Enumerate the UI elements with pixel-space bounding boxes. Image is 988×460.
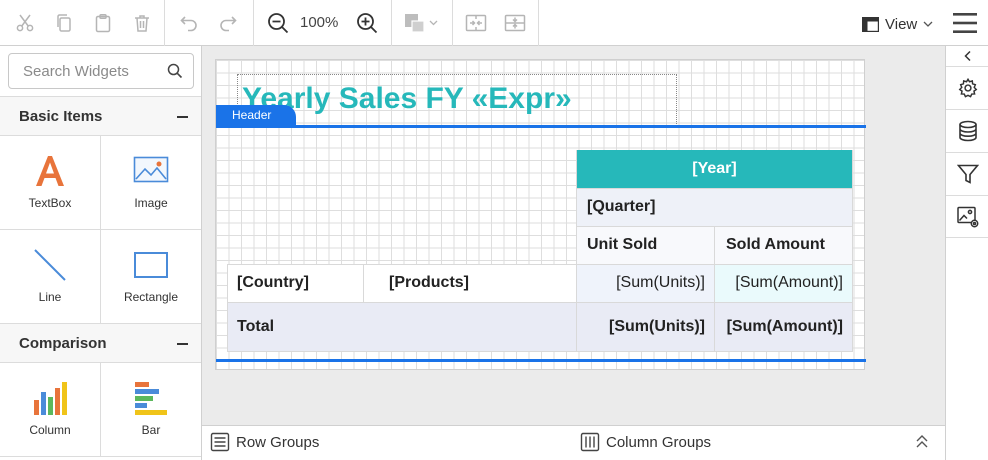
- tablix[interactable]: [Year] [Quarter] Unit Sold Sold Amount […: [227, 150, 853, 352]
- cell-sold-amount[interactable]: Sold Amount: [726, 226, 851, 264]
- bar-chart-icon: [131, 379, 171, 417]
- report-page[interactable]: Yearly Sales FY «Expr» Header [Year] [Qu…: [215, 59, 866, 370]
- chevron-double-up-icon[interactable]: [915, 434, 929, 450]
- line-icon: [30, 246, 70, 284]
- view-menu-button[interactable]: View: [862, 12, 933, 36]
- toolbar: 100% View: [0, 0, 988, 46]
- properties-button[interactable]: [946, 66, 988, 109]
- cell-year[interactable]: [Year]: [576, 150, 853, 188]
- search-icon[interactable]: [167, 63, 183, 79]
- widget-rectangle[interactable]: Rectangle: [101, 230, 201, 324]
- cell-unit-sold[interactable]: Unit Sold: [587, 226, 712, 264]
- category-label: Basic Items: [19, 108, 103, 125]
- view-label: View: [885, 15, 918, 33]
- merge-cells-icon[interactable]: [461, 8, 491, 38]
- database-icon: [958, 120, 977, 142]
- zoom-out-icon[interactable]: [263, 8, 293, 38]
- category-basic-items[interactable]: Basic Items: [0, 96, 201, 136]
- search-input[interactable]: [9, 54, 159, 88]
- cell-products[interactable]: [Products]: [389, 264, 569, 302]
- collapse-icon[interactable]: [177, 116, 188, 118]
- search-box: [8, 53, 194, 89]
- zoom-level[interactable]: 100%: [300, 14, 338, 31]
- column-groups-button[interactable]: Column Groups: [580, 432, 711, 452]
- widget-image[interactable]: Image: [101, 136, 201, 230]
- cell-total-units[interactable]: [Sum(Units)]: [576, 302, 705, 351]
- paste-icon[interactable]: [88, 8, 118, 38]
- column-groups-icon: [580, 432, 600, 452]
- header-section-tab[interactable]: Header: [216, 105, 296, 126]
- image-settings-icon: [956, 206, 978, 227]
- image-icon: [131, 152, 171, 190]
- background-color-icon[interactable]: [401, 8, 443, 38]
- category-comparison[interactable]: Comparison: [0, 323, 201, 363]
- row-groups-icon: [210, 432, 230, 452]
- cell-total-amount[interactable]: [Sum(Amount)]: [714, 302, 843, 351]
- widget-line[interactable]: Line: [0, 230, 101, 324]
- data-button[interactable]: [946, 109, 988, 152]
- properties-sidebar: [945, 46, 988, 460]
- cell-quarter[interactable]: [Quarter]: [587, 188, 847, 226]
- filter-button[interactable]: [946, 152, 988, 195]
- filter-icon: [956, 164, 979, 184]
- rectangle-icon: [131, 246, 171, 284]
- cut-icon[interactable]: [10, 8, 40, 38]
- cell-sum-units[interactable]: [Sum(Units)]: [576, 264, 705, 302]
- menu-icon[interactable]: [952, 11, 978, 35]
- header-divider: [216, 125, 866, 128]
- cell-country[interactable]: [Country]: [237, 264, 361, 302]
- image-manager-button[interactable]: [946, 195, 988, 238]
- row-groups-button[interactable]: Row Groups: [210, 432, 319, 452]
- redo-icon[interactable]: [213, 8, 243, 38]
- widget-panel: Basic Items TextBox Image Line Rectang: [0, 46, 202, 460]
- delete-icon[interactable]: [127, 8, 157, 38]
- grouping-bar: Row Groups Column Groups: [202, 425, 945, 460]
- column-chart-icon: [30, 379, 70, 417]
- layout-icon: [862, 16, 879, 32]
- cell-total[interactable]: Total: [237, 302, 437, 351]
- widget-textbox[interactable]: TextBox: [0, 136, 101, 230]
- design-canvas: Yearly Sales FY «Expr» Header [Year] [Qu…: [202, 46, 945, 425]
- body-divider: [216, 359, 866, 362]
- chevron-down-icon: [923, 21, 933, 27]
- gear-icon: [958, 77, 977, 98]
- undo-icon[interactable]: [174, 8, 204, 38]
- cell-sum-amount[interactable]: [Sum(Amount)]: [714, 264, 843, 302]
- textbox-icon: [30, 152, 70, 190]
- widget-column[interactable]: Column: [0, 363, 101, 457]
- chevron-left-icon[interactable]: [946, 46, 988, 66]
- category-label: Comparison: [19, 335, 107, 352]
- collapse-icon[interactable]: [177, 343, 188, 345]
- copy-icon[interactable]: [49, 8, 79, 38]
- widget-bar[interactable]: Bar: [101, 363, 201, 457]
- split-cells-icon[interactable]: [500, 8, 530, 38]
- zoom-in-icon[interactable]: [352, 8, 382, 38]
